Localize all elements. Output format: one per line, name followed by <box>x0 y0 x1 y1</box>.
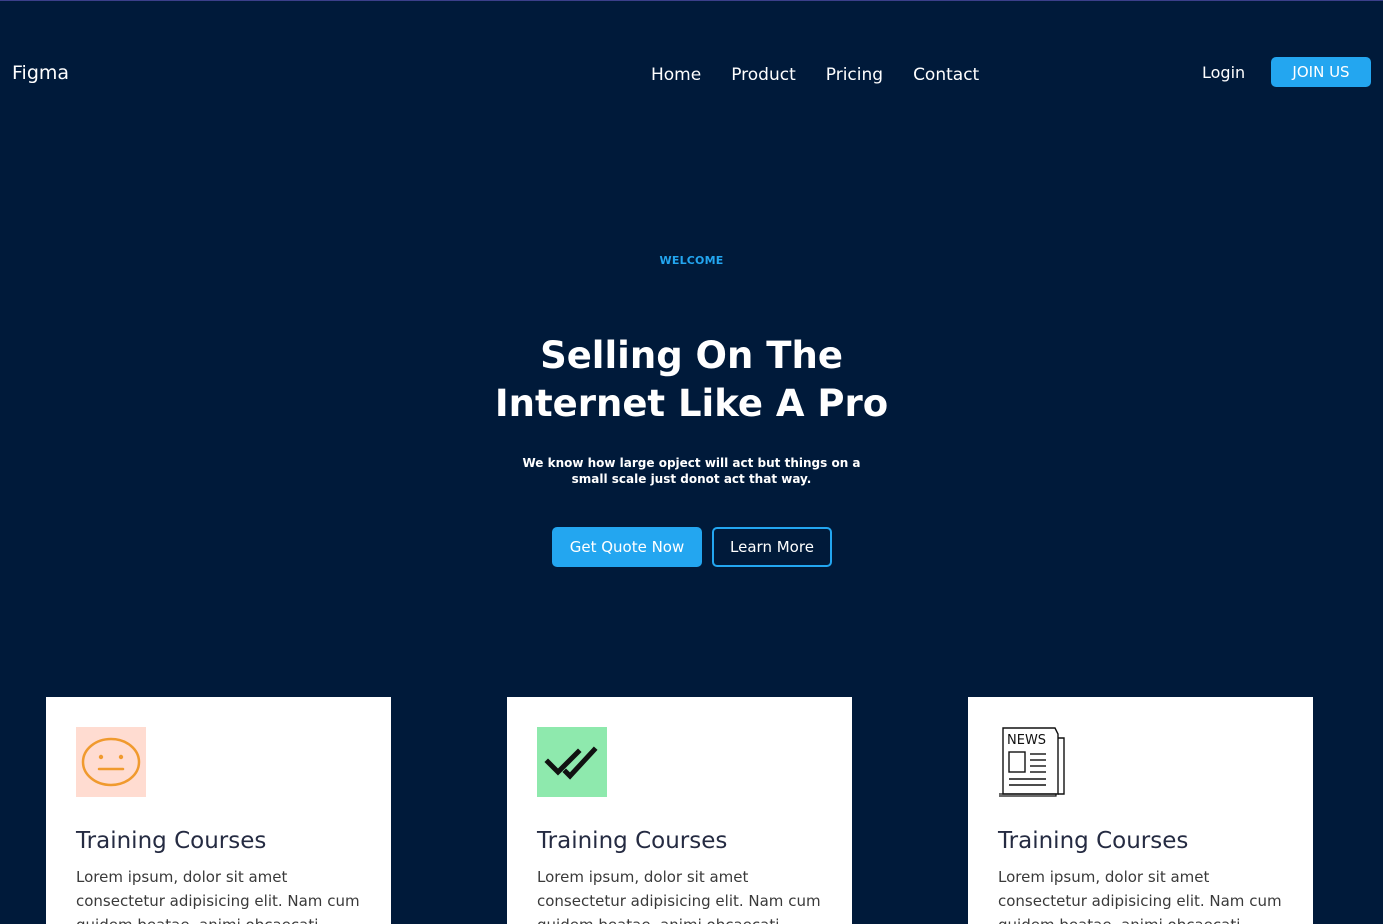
nav-contact[interactable]: Contact <box>913 65 979 85</box>
card-title: Training Courses <box>76 828 267 854</box>
card-title: Training Courses <box>998 828 1189 854</box>
join-us-button[interactable]: JOIN US <box>1271 57 1371 87</box>
nav-product[interactable]: Product <box>731 65 796 85</box>
double-check-icon <box>537 727 607 797</box>
hero-title-line-2: Internet Like A Pro <box>494 382 889 425</box>
main-nav: Home Product Pricing Contact <box>651 65 979 85</box>
hero-eyebrow: WELCOME <box>659 254 724 267</box>
hero-title: Selling On The Internet Like A Pro <box>0 332 1383 428</box>
neutral-face-icon <box>76 727 146 797</box>
feature-card: Training Courses Lorem ipsum, dolor sit … <box>46 697 391 924</box>
brand-logo[interactable]: Figma <box>12 62 69 84</box>
card-text: Lorem ipsum, dolor sit amet consectetur … <box>76 868 360 924</box>
hero-subtitle-line-2: small scale just donot act that way. <box>571 472 812 486</box>
get-quote-button[interactable]: Get Quote Now <box>552 527 702 567</box>
newspaper-icon: NEWS <box>998 727 1068 797</box>
learn-more-button[interactable]: Learn More <box>712 527 832 567</box>
feature-card: NEWS Training Courses Lorem ipsum, dolor… <box>968 697 1313 924</box>
feature-card: Training Courses Lorem ipsum, dolor sit … <box>507 697 852 924</box>
hero-subtitle: We know how large opject will act but th… <box>516 455 867 487</box>
nav-home[interactable]: Home <box>651 65 701 85</box>
card-text: Lorem ipsum, dolor sit amet consectetur … <box>998 868 1282 924</box>
login-link[interactable]: Login <box>1202 63 1245 82</box>
card-title: Training Courses <box>537 828 728 854</box>
card-text: Lorem ipsum, dolor sit amet consectetur … <box>537 868 821 924</box>
hero-subtitle-line-1: We know how large opject will act but th… <box>522 456 861 470</box>
newspaper-icon-label: NEWS <box>1007 733 1046 748</box>
nav-pricing[interactable]: Pricing <box>826 65 883 85</box>
hero-title-line-1: Selling On The <box>540 334 843 377</box>
